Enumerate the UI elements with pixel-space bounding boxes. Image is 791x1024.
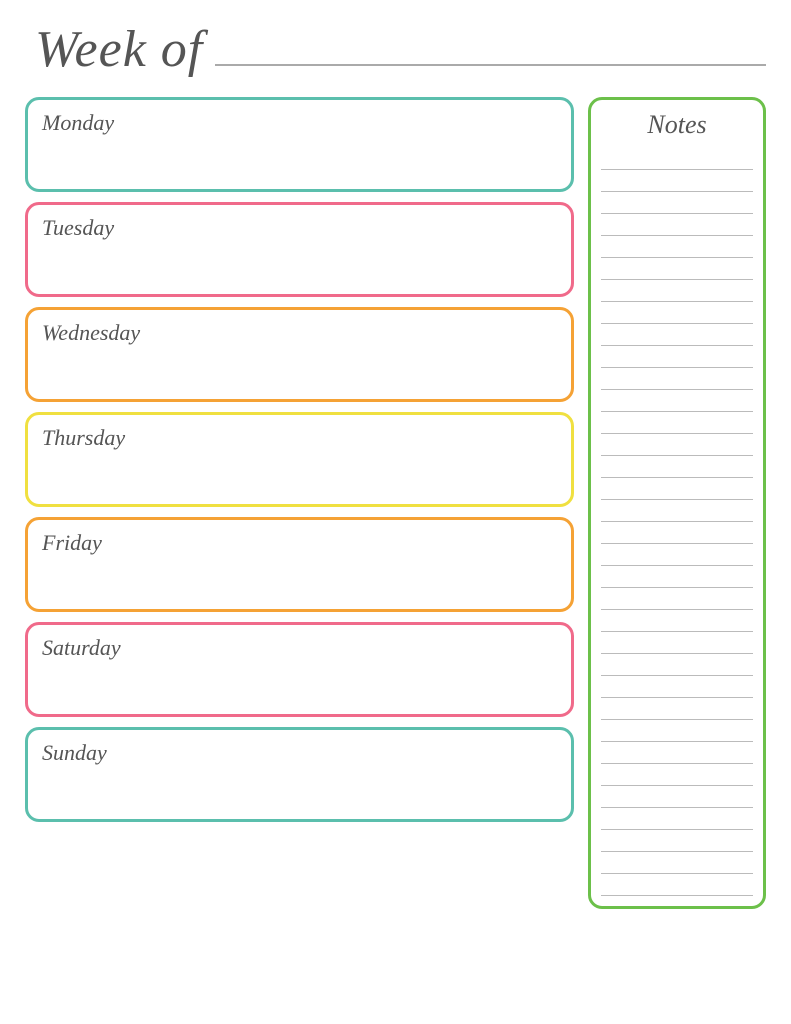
notes-line [601, 368, 753, 390]
notes-line [601, 302, 753, 324]
notes-line [601, 830, 753, 852]
page: Week of Monday Tuesday Wednesday Thursday Fr… [25, 20, 766, 909]
notes-column: Notes [588, 97, 766, 909]
notes-line [601, 786, 753, 808]
notes-line [601, 610, 753, 632]
day-box-tuesday[interactable]: Tuesday [25, 202, 574, 297]
notes-line [601, 874, 753, 896]
notes-line [601, 456, 753, 478]
notes-line [601, 808, 753, 830]
day-label-saturday: Saturday [42, 635, 557, 661]
day-box-saturday[interactable]: Saturday [25, 622, 574, 717]
notes-line [601, 148, 753, 170]
day-label-monday: Monday [42, 110, 557, 136]
notes-line [601, 324, 753, 346]
notes-line [601, 676, 753, 698]
notes-line [601, 346, 753, 368]
notes-line [601, 720, 753, 742]
notes-line [601, 478, 753, 500]
notes-line [601, 698, 753, 720]
day-label-tuesday: Tuesday [42, 215, 557, 241]
day-box-thursday[interactable]: Thursday [25, 412, 574, 507]
day-box-sunday[interactable]: Sunday [25, 727, 574, 822]
notes-line [601, 214, 753, 236]
header: Week of [25, 20, 766, 79]
day-label-wednesday: Wednesday [42, 320, 557, 346]
notes-line [601, 764, 753, 786]
notes-line [601, 654, 753, 676]
notes-line [601, 170, 753, 192]
days-column: Monday Tuesday Wednesday Thursday Friday Satu… [25, 97, 574, 822]
day-box-monday[interactable]: Monday [25, 97, 574, 192]
notes-line [601, 588, 753, 610]
header-underline [215, 64, 766, 66]
notes-line [601, 236, 753, 258]
day-box-friday[interactable]: Friday [25, 517, 574, 612]
notes-line [601, 412, 753, 434]
day-label-friday: Friday [42, 530, 557, 556]
notes-line [601, 390, 753, 412]
notes-line [601, 280, 753, 302]
notes-lines [601, 148, 753, 896]
notes-line [601, 544, 753, 566]
notes-line [601, 434, 753, 456]
day-label-thursday: Thursday [42, 425, 557, 451]
notes-line [601, 522, 753, 544]
main-layout: Monday Tuesday Wednesday Thursday Friday Satu… [25, 97, 766, 909]
notes-line [601, 632, 753, 654]
notes-line [601, 566, 753, 588]
week-of-title: Week of [35, 20, 203, 79]
day-box-wednesday[interactable]: Wednesday [25, 307, 574, 402]
notes-line [601, 192, 753, 214]
day-label-sunday: Sunday [42, 740, 557, 766]
notes-title: Notes [601, 110, 753, 140]
notes-line [601, 500, 753, 522]
notes-line [601, 742, 753, 764]
notes-line [601, 258, 753, 280]
notes-line [601, 852, 753, 874]
